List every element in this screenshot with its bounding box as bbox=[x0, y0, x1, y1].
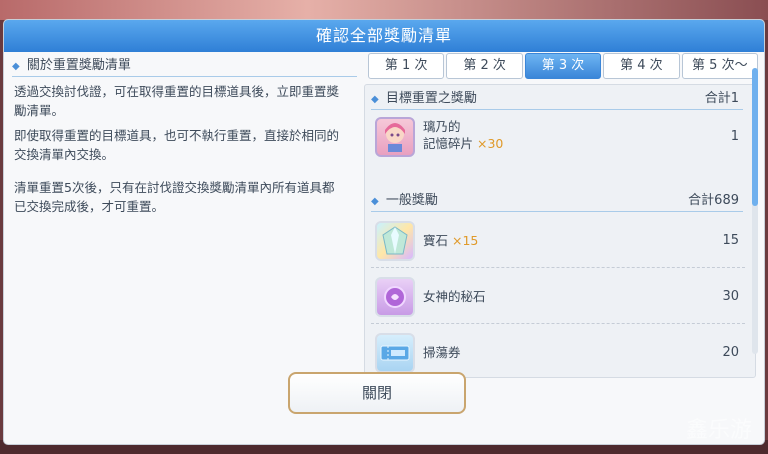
item-name-line: 寶石 ×15 bbox=[423, 233, 478, 249]
diamond-bullet-icon: ◆ bbox=[371, 196, 379, 207]
item-quantity: ×15 bbox=[452, 233, 479, 248]
item-name-line1: 璃乃的 bbox=[423, 119, 461, 134]
character-portrait-icon bbox=[375, 117, 415, 157]
item-quantity: ×30 bbox=[477, 136, 504, 151]
list-item: 璃乃的 記憶碎片 ×30 1 bbox=[371, 111, 745, 163]
info-paragraph-1: 透過交換討伐證，可在取得重置的目標道具後，立即重置獎勵清單。 bbox=[14, 84, 340, 118]
tab-round-4[interactable]: 第 4 次 bbox=[603, 53, 680, 79]
list-item: 掃蕩券 20 bbox=[371, 327, 745, 377]
tab-round-2[interactable]: 第 2 次 bbox=[446, 53, 523, 79]
background-top bbox=[0, 0, 768, 20]
left-section-header: ◆ 關於重置獎勵清單 bbox=[12, 56, 357, 77]
info-paragraph-2: 即使取得重置的目標道具，也可不執行重置，直接於相同的交換清單內交換。 bbox=[14, 128, 340, 162]
sweep-ticket-icon bbox=[375, 333, 415, 373]
item-count: 30 bbox=[722, 289, 739, 304]
reward-list-panel[interactable]: ◆ 目標重置之獎勵 合計1 璃乃的 記憶碎片 ×30 1 ◆ 一般獎勵 合計68… bbox=[364, 84, 756, 378]
item-count: 20 bbox=[722, 345, 739, 360]
goddess-stone-icon bbox=[375, 277, 415, 317]
reward-list-dialog: 確認全部獎勵清單 ◆ 關於重置獎勵清單 透過交換討伐證，可在取得重置的目標道具後… bbox=[4, 20, 764, 444]
general-reward-title: 一般獎勵 bbox=[385, 193, 438, 208]
general-reward-total: 合計689 bbox=[688, 193, 739, 208]
reward-list-scrollbar[interactable] bbox=[752, 68, 758, 354]
item-name-text: 記憶碎片 bbox=[423, 136, 474, 151]
dialog-title: 確認全部獎勵清單 bbox=[4, 20, 764, 52]
target-reward-title: 目標重置之獎勵 bbox=[385, 91, 477, 106]
item-count: 15 bbox=[722, 233, 739, 248]
item-name-text: 掃蕩券 bbox=[423, 345, 461, 360]
watermark-logo: 鑫乐游 bbox=[686, 418, 753, 443]
reset-round-tabs: 第 1 次 第 2 次 第 3 次 第 4 次 第 5 次〜 bbox=[368, 53, 760, 79]
target-reward-total: 合計1 bbox=[704, 91, 739, 106]
tab-round-3[interactable]: 第 3 次 bbox=[524, 53, 602, 79]
gem-icon bbox=[375, 221, 415, 261]
list-item: 女神的秘石 30 bbox=[371, 271, 745, 324]
diamond-bullet-icon: ◆ bbox=[12, 61, 20, 72]
tab-round-1[interactable]: 第 1 次 bbox=[368, 53, 445, 79]
item-name-text: 寶石 bbox=[423, 233, 449, 248]
scrollbar-thumb[interactable] bbox=[752, 68, 758, 206]
general-reward-header: ◆ 一般獎勵 合計689 bbox=[371, 191, 743, 212]
diamond-bullet-icon: ◆ bbox=[371, 94, 379, 105]
item-name-line: 女神的秘石 bbox=[423, 289, 486, 305]
target-reward-header: ◆ 目標重置之獎勵 合計1 bbox=[371, 89, 743, 110]
tab-round-5[interactable]: 第 5 次〜 bbox=[681, 53, 759, 79]
item-name-line: 掃蕩券 bbox=[423, 345, 461, 361]
item-name-line2: 記憶碎片 ×30 bbox=[423, 136, 503, 152]
info-paragraph-3: 清單重置5次後，只有在討伐證交換獎勵清單內所有道具都已交換完成後，才可重置。 bbox=[14, 180, 335, 214]
item-count: 1 bbox=[730, 129, 739, 144]
list-item: 寶石 ×15 15 bbox=[371, 215, 745, 268]
left-section-title: 關於重置獎勵清單 bbox=[26, 58, 131, 73]
close-button[interactable]: 關閉 bbox=[288, 372, 466, 414]
item-name-text: 女神的秘石 bbox=[423, 289, 486, 304]
